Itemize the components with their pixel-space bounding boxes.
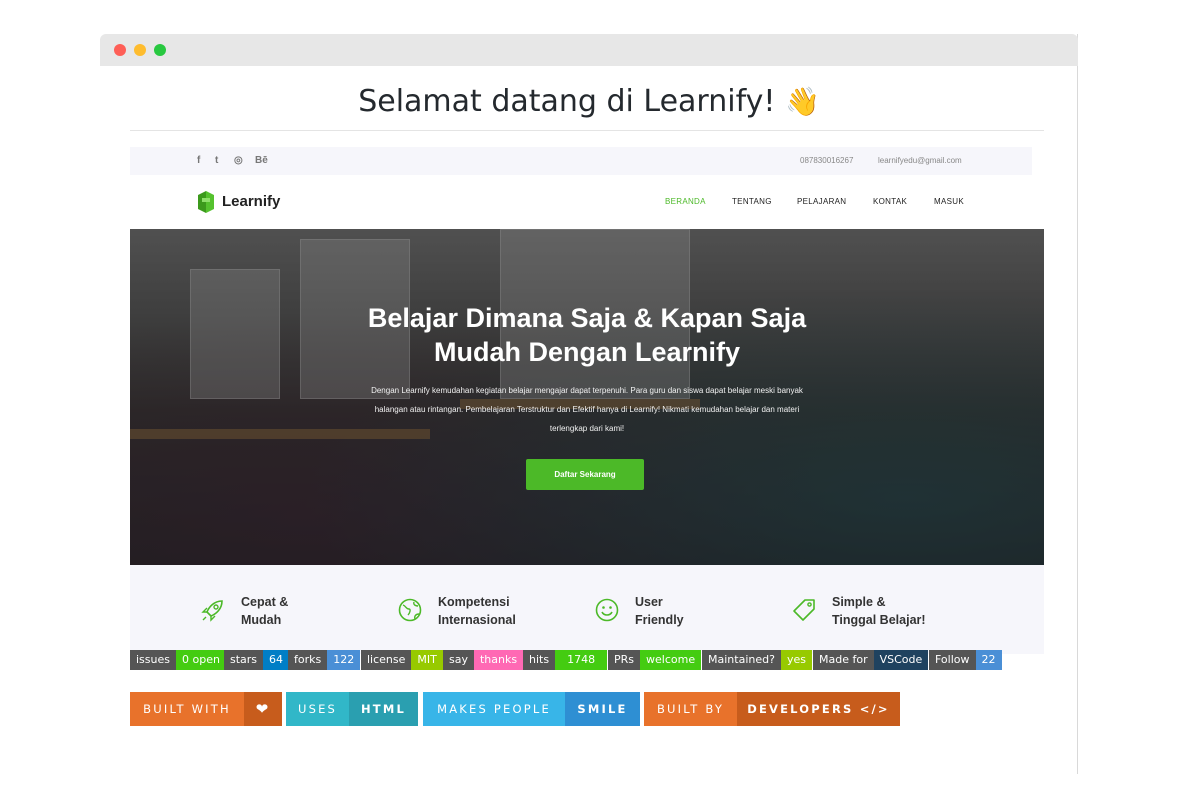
- made-for-vscode-badge[interactable]: Made for VSCode: [813, 650, 929, 670]
- feature-line1: User: [635, 595, 663, 609]
- issues-badge[interactable]: issues 0 open: [130, 650, 226, 670]
- prs-welcome-badge[interactable]: PRs welcome: [608, 650, 702, 670]
- maintained-badge[interactable]: Maintained? yes: [702, 650, 812, 670]
- badge-value: DEVELOPERS </>: [737, 692, 900, 726]
- window-titlebar: [100, 34, 1078, 66]
- badge-value: 64: [263, 650, 290, 670]
- nav-beranda[interactable]: BERANDA: [665, 197, 706, 206]
- smile-icon: [595, 598, 619, 622]
- follow-badge[interactable]: Follow 22: [929, 650, 1002, 670]
- badge-label: license: [361, 650, 412, 670]
- site-topbar: f t ◎ Bē 087830016267 learnifyedu@gmail.…: [130, 147, 1032, 175]
- facebook-icon[interactable]: f: [197, 155, 200, 166]
- feature-line1: Simple &: [832, 595, 886, 609]
- heading-divider: [130, 130, 1044, 131]
- makes-people-smile-badge[interactable]: MAKES PEOPLE SMILE: [423, 692, 640, 726]
- hero-title-line1: Belajar Dimana Saja & Kapan Saja: [367, 303, 807, 333]
- nav-kontak[interactable]: KONTAK: [873, 197, 907, 206]
- hits-badge[interactable]: hits 1748: [523, 650, 608, 670]
- badge-value: 0 open: [176, 650, 226, 670]
- features-section: Cepat & Mudah Kompetensi Internasional U…: [130, 565, 1044, 654]
- badge-label: USES: [286, 692, 349, 726]
- feature-line2: Friendly: [635, 613, 684, 627]
- register-button[interactable]: Daftar Sekarang: [526, 459, 644, 490]
- phone-number: 087830016267: [800, 156, 854, 165]
- badge-value: 122: [327, 650, 361, 670]
- say-thanks-badge[interactable]: say thanks: [443, 650, 524, 670]
- badge-value: SMILE: [565, 692, 640, 726]
- email-address[interactable]: learnifyedu@gmail.com: [878, 156, 962, 165]
- feature-text: Cepat & Mudah: [241, 593, 288, 629]
- feature-line2: Mudah: [241, 613, 282, 627]
- behance-icon[interactable]: Bē: [255, 155, 268, 166]
- license-badge[interactable]: license MIT: [361, 650, 443, 670]
- nav-tentang[interactable]: TENTANG: [732, 197, 772, 206]
- feature-line2: Internasional: [438, 613, 516, 627]
- site-navbar: Learnify BERANDA TENTANG PELAJARAN KONTA…: [130, 175, 1044, 229]
- maximize-window-button[interactable]: [154, 44, 166, 56]
- globe-icon: [398, 598, 422, 622]
- hero-description: Dengan Learnify kemudahan kegiatan belaj…: [371, 386, 803, 433]
- badge-value: 22: [975, 650, 1002, 670]
- built-with-love-badge[interactable]: BUILT WITH ❤: [130, 692, 282, 726]
- badge-label: Made for: [813, 650, 874, 670]
- twitter-icon[interactable]: t: [215, 155, 218, 166]
- hero-title-line2: Mudah Dengan Learnify: [433, 337, 741, 367]
- badge-label: forks: [288, 650, 328, 670]
- nav-masuk[interactable]: MASUK: [934, 197, 964, 206]
- learnify-logo-icon[interactable]: [196, 189, 216, 215]
- feature-line1: Kompetensi: [438, 595, 510, 609]
- tag-icon: [793, 599, 815, 621]
- badge-value: VSCode: [873, 650, 929, 670]
- nav-pelajaran[interactable]: PELAJARAN: [797, 197, 846, 206]
- readme-heading: Selamat datang di Learnify! 👋: [100, 84, 1078, 119]
- badge-label: MAKES PEOPLE: [423, 692, 565, 726]
- hero-title: Belajar Dimana Saja & Kapan Saja Mudah D…: [130, 301, 1044, 369]
- feature-text: User Friendly: [635, 593, 684, 629]
- badge-label: stars: [224, 650, 264, 670]
- badge-label: PRs: [608, 650, 641, 670]
- dribbble-icon[interactable]: ◎: [234, 155, 243, 166]
- badge-value: HTML: [349, 692, 418, 726]
- screenshot-root: Selamat datang di Learnify! 👋 f t ◎ Bē 0…: [0, 0, 1178, 810]
- badge-label: BUILT BY: [644, 692, 737, 726]
- built-by-developers-badge[interactable]: BUILT BY DEVELOPERS </>: [644, 692, 900, 726]
- badge-label: say: [443, 650, 474, 670]
- forks-badge[interactable]: forks 122: [288, 650, 361, 670]
- hero-section: Belajar Dimana Saja & Kapan Saja Mudah D…: [130, 229, 1044, 565]
- badge-label: BUILT WITH: [130, 692, 244, 726]
- close-window-button[interactable]: [114, 44, 126, 56]
- logo-text[interactable]: Learnify: [222, 193, 280, 210]
- badge-value: thanks: [473, 650, 524, 670]
- badge-value: yes: [780, 650, 812, 670]
- minimize-window-button[interactable]: [134, 44, 146, 56]
- badge-label: issues: [130, 650, 176, 670]
- badge-label: Maintained?: [702, 650, 781, 670]
- feature-line1: Cepat &: [241, 595, 289, 609]
- badge-value: welcome: [640, 650, 702, 670]
- stars-badge[interactable]: stars 64: [224, 650, 290, 670]
- badge-value: MIT: [411, 650, 443, 670]
- uses-html-badge[interactable]: USES HTML: [286, 692, 418, 726]
- rocket-icon: [201, 600, 223, 622]
- heart-icon: ❤: [244, 692, 282, 726]
- badge-label: Follow: [929, 650, 976, 670]
- badge-value: 1748: [555, 650, 608, 670]
- feature-text: Kompetensi Internasional: [438, 593, 516, 629]
- badge-label: hits: [523, 650, 556, 670]
- feature-text: Simple & Tinggal Belajar!: [832, 593, 926, 629]
- waving-hand-icon: 👋: [784, 85, 820, 118]
- feature-line2: Tinggal Belajar!: [832, 613, 926, 627]
- readme-heading-text: Selamat datang di Learnify!: [358, 84, 776, 119]
